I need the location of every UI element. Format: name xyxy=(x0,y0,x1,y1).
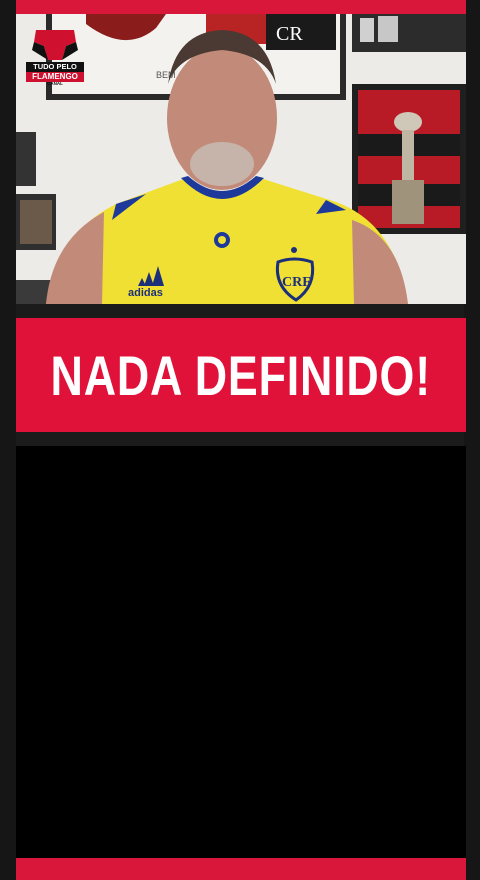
headline-banner: NADA DEFINIDO! xyxy=(16,318,466,432)
hand-logo-icon xyxy=(32,30,78,60)
top-accent-bar xyxy=(16,0,466,14)
headline-text: NADA DEFINIDO! xyxy=(50,343,432,407)
left-frame xyxy=(0,0,16,880)
black-panel xyxy=(16,446,466,858)
bottom-accent-bar xyxy=(16,858,466,880)
shirt-crest-text: CRF xyxy=(282,275,311,290)
right-frame xyxy=(464,0,480,880)
logo-line-1: TUDO PELO xyxy=(26,62,84,72)
shirt-brand-text: adidas xyxy=(128,287,163,299)
svg-text:CR: CR xyxy=(276,23,303,45)
channel-logo: TUDO PELO FLAMENGO CANAL xyxy=(26,26,84,86)
logo-line-3: CANAL xyxy=(47,81,63,86)
video-frame: CR BEM adidas CRF TUDO PELO FLAMENGO CAN… xyxy=(16,14,466,304)
